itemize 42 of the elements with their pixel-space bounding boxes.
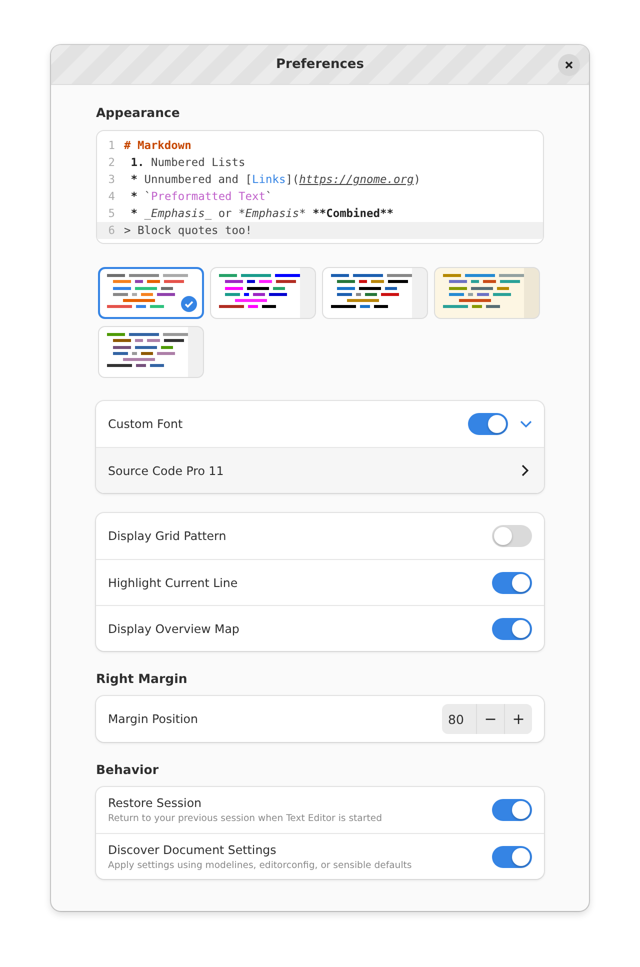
toggle-switch[interactable]	[492, 846, 532, 868]
close-button[interactable]	[558, 54, 580, 76]
row-subtitle: Apply settings using modelines, editorconfig, or sensible defaults	[108, 860, 413, 870]
row-label: Margin Position	[108, 712, 199, 726]
checkmark-icon	[181, 296, 197, 312]
row-label: Highlight Current Line	[108, 576, 239, 590]
section-heading: Appearance	[96, 105, 181, 120]
window-title: Preferences	[276, 57, 364, 72]
row-label: Custom Font	[108, 417, 184, 431]
row-label: Display Overview Map	[108, 622, 240, 636]
increase-button[interactable]: +	[504, 704, 532, 734]
code-line: 1. Numbered Lists	[130, 156, 246, 169]
section-heading: Right Margin	[96, 671, 188, 686]
code-line: * _Emphasis_ or *Emphasis* **Combined**	[130, 207, 394, 220]
toggle-switch[interactable]	[492, 572, 532, 594]
toggle-switch[interactable]	[492, 525, 532, 547]
row-subtitle: Return to your previous session when Text Editor is started	[108, 813, 383, 824]
toggle-switch[interactable]	[468, 413, 508, 435]
chevron-right-icon	[521, 464, 529, 477]
toggle-switch[interactable]	[492, 618, 532, 640]
font-name: Source Code Pro 11	[108, 464, 225, 478]
code-line: * Unnumbered and [Links](https://gnome.org)	[130, 173, 420, 186]
section-heading: Behavior	[96, 762, 160, 777]
code-line: # Markdown	[124, 139, 192, 152]
style-scheme-thumbnail[interactable]	[98, 267, 204, 319]
row-label: Discover Document Settings	[108, 842, 278, 856]
code-line: * `Preformatted Text`	[130, 190, 272, 203]
line-number: 5	[107, 207, 116, 220]
line-number: 4	[107, 190, 116, 203]
line-number: 3	[107, 173, 116, 186]
close-icon	[565, 61, 573, 69]
row-label: Display Grid Pattern	[108, 529, 228, 543]
value-field[interactable]: 80	[442, 704, 476, 734]
font-row[interactable]: Source Code Pro 11	[96, 447, 544, 493]
toggle-switch[interactable]	[492, 799, 532, 821]
row-label: Restore Session	[108, 796, 203, 810]
code-line: > Block quotes too!	[124, 224, 252, 237]
spin-button[interactable]: 80 − +	[442, 704, 532, 734]
line-number: 6	[107, 224, 116, 237]
chevron-down-icon[interactable]	[520, 420, 532, 428]
line-number: 1	[107, 139, 116, 152]
line-number: 2	[107, 156, 116, 169]
